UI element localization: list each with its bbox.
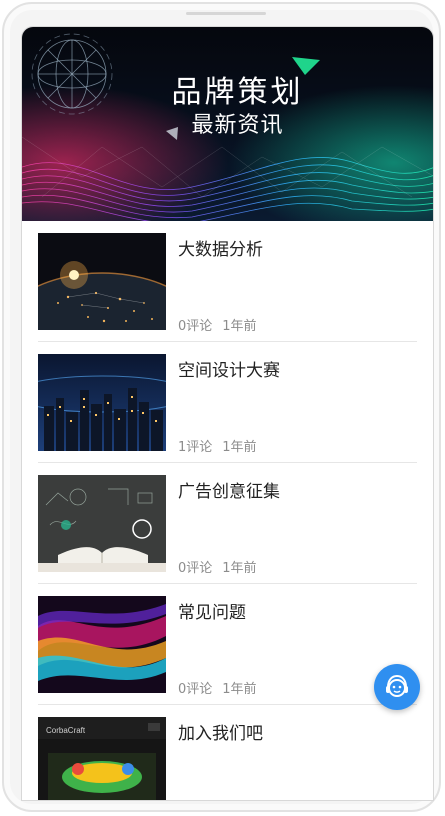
phone-speaker: [186, 12, 266, 15]
header-banner: 品牌策划 最新资讯: [22, 27, 433, 221]
list-item[interactable]: 空间设计大赛 1评论 1年前: [38, 342, 417, 463]
article-list: 大数据分析 0评论 1年前 空间设计大赛 1评论 1年前 广告创意征集 0评论 …: [22, 221, 433, 800]
article-meta: 1评论 1年前: [178, 436, 257, 455]
comment-count: 0评论: [178, 561, 213, 576]
app-screen: 品牌策划 最新资讯 大数据分析 0评论 1年前 空间设计大赛 1评论 1年前 广…: [21, 26, 434, 801]
article-meta: 0评论 1年前: [178, 557, 257, 576]
thumbnail-label: CorbaCraft: [46, 726, 86, 735]
article-thumbnail: [38, 233, 166, 330]
customer-service-icon: [386, 674, 408, 697]
list-item[interactable]: 常见问题 0评论 1年前: [38, 584, 417, 705]
article-meta: 0评论 1年前: [178, 678, 257, 697]
post-time: 1年前: [222, 319, 257, 334]
comment-count: 1评论: [178, 440, 213, 455]
article-title[interactable]: 大数据分析: [178, 235, 263, 260]
article-title[interactable]: 常见问题: [178, 598, 246, 623]
article-thumbnail: CorbaCraft: [38, 717, 166, 800]
list-item[interactable]: 广告创意征集 0评论 1年前: [38, 463, 417, 584]
article-title[interactable]: 空间设计大赛: [178, 356, 280, 381]
article-meta: 0评论 1年前: [178, 315, 257, 334]
article-meta: [178, 799, 188, 800]
banner-title: 品牌策划: [171, 75, 304, 110]
article-title[interactable]: 广告创意征集: [178, 477, 280, 502]
banner-subtitle: 最新资讯: [191, 113, 284, 138]
article-title[interactable]: 加入我们吧: [178, 719, 263, 744]
comment-count: 0评论: [178, 319, 213, 334]
post-time: 1年前: [222, 440, 257, 455]
article-thumbnail: [38, 596, 166, 693]
comment-count: 0评论: [178, 682, 213, 697]
article-thumbnail: [38, 475, 166, 572]
post-time: 1年前: [222, 561, 257, 576]
post-time: 1年前: [222, 682, 257, 697]
article-thumbnail: [38, 354, 166, 451]
list-item[interactable]: CorbaCraft 加入我们吧: [38, 705, 417, 800]
customer-service-button[interactable]: [374, 664, 420, 710]
list-item[interactable]: 大数据分析 0评论 1年前: [38, 221, 417, 342]
